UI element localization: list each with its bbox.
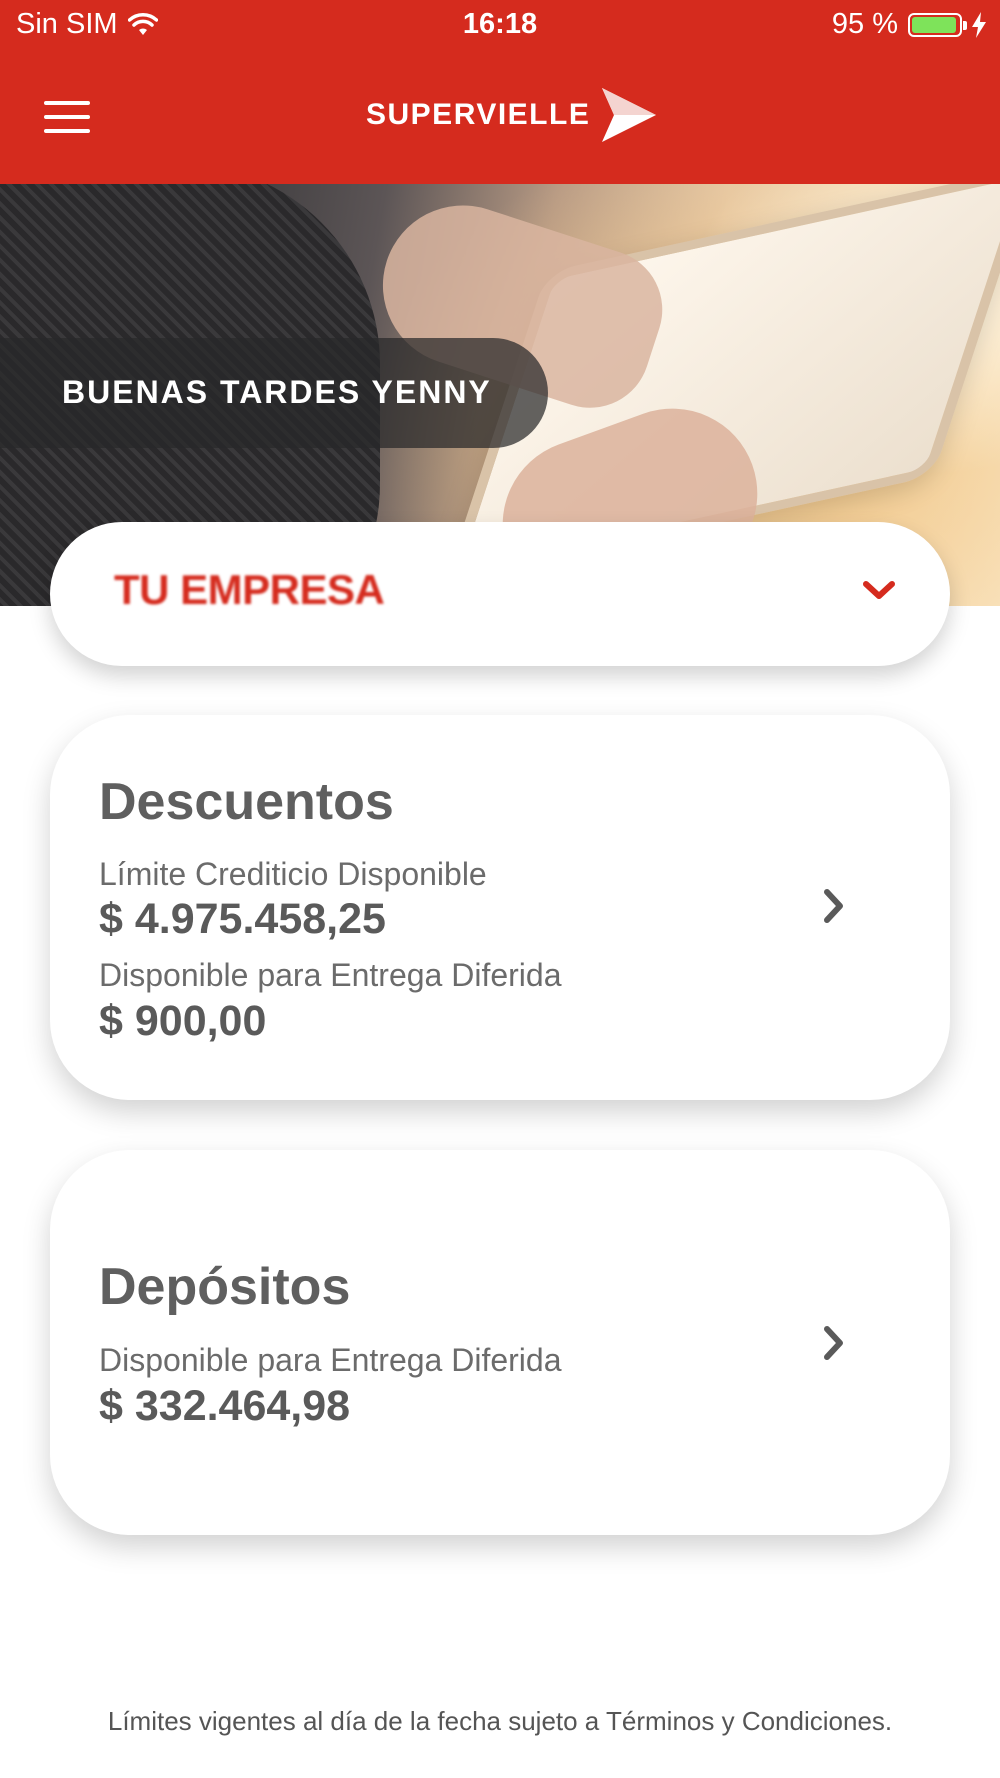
top-navbar: SUPERVIELLE (0, 50, 1000, 184)
bolt-icon (972, 11, 986, 38)
brand-logo: SUPERVIELLE (366, 88, 657, 142)
chevron-right-icon (824, 889, 843, 923)
battery-tip (963, 20, 967, 30)
status-bar: Sin SIM 16:18 95 % (0, 0, 1000, 50)
status-right: 95 % (832, 8, 986, 41)
battery-fill (912, 16, 956, 33)
descuentos-deferred-label: Disponible para Entrega Diferida (99, 957, 562, 993)
descuentos-title: Descuentos (99, 773, 394, 831)
terms-footer-note: Límites vigentes al día de la fecha suje… (107, 1706, 893, 1736)
hamburger-menu-icon[interactable] (44, 101, 90, 133)
depositos-deferred-value: $ 332.464,98 (99, 1382, 351, 1430)
chevron-right-icon (824, 1326, 843, 1360)
descuentos-deferred-value: $ 900,00 (99, 997, 267, 1045)
descuentos-limit-value: $ 4.975.458,25 (99, 895, 386, 943)
company-selector[interactable]: TU EMPRESA (50, 522, 950, 666)
brand-arrow-icon (602, 88, 657, 142)
depositos-title: Depósitos (99, 1258, 351, 1316)
depositos-card[interactable]: Depósitos Disponible para Entrega Diferi… (50, 1150, 950, 1535)
company-selector-value: TU EMPRESA (114, 566, 385, 613)
battery-percentage: 95 % (831, 8, 898, 40)
brand-name: SUPERVIELLE (366, 98, 591, 131)
descuentos-limit-label: Límite Crediticio Disponible (99, 856, 487, 892)
chevron-down-icon (863, 581, 895, 599)
greeting-text: BUENAS TARDES YENNY (62, 374, 492, 410)
descuentos-card[interactable]: Descuentos Límite Crediticio Disponible … (50, 715, 950, 1100)
depositos-deferred-label: Disponible para Entrega Diferida (99, 1342, 562, 1378)
greeting-pill: BUENAS TARDES YENNY (0, 338, 548, 448)
battery-icon (908, 12, 967, 37)
